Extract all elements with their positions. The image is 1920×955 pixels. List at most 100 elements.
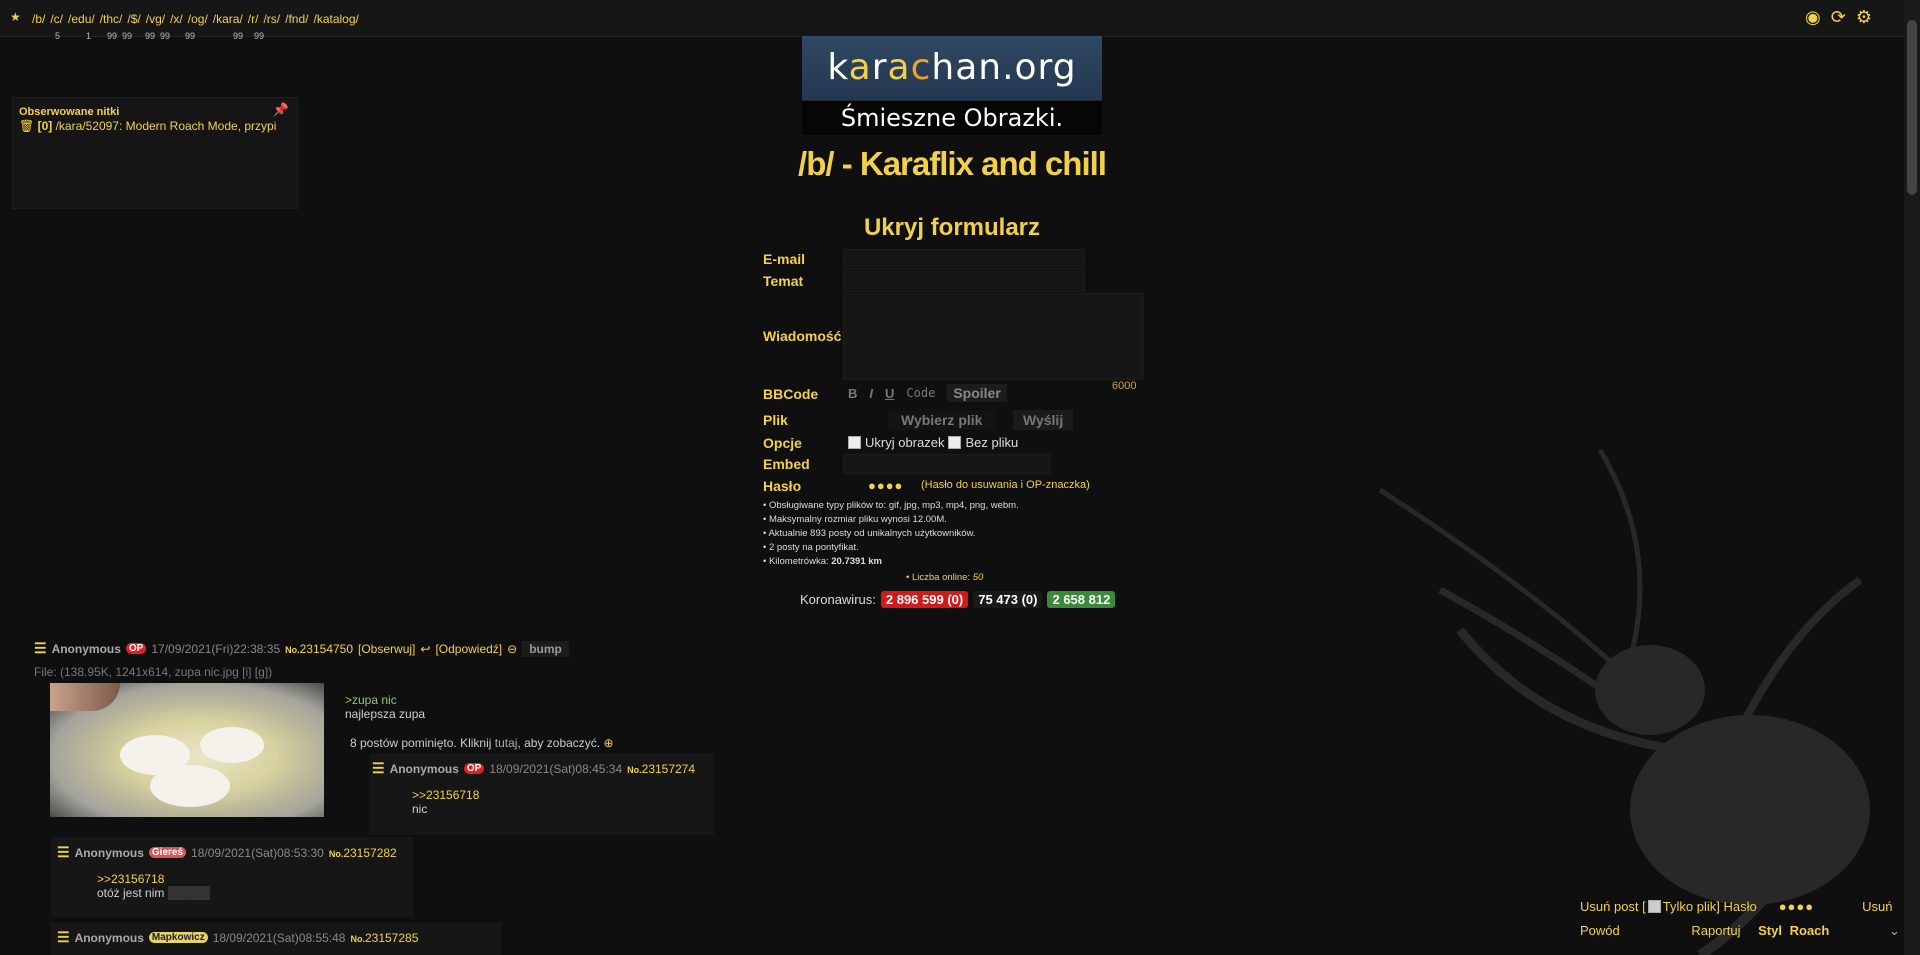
board-count: 99 (107, 31, 118, 41)
eye-icon[interactable]: ◉ (1805, 7, 1821, 28)
watched-thread-link[interactable]: /kara/52097: Modern Roach Mode, przypi (56, 119, 277, 133)
post-number[interactable]: No.23157274 (627, 762, 695, 776)
board-count: 99 (233, 31, 244, 41)
post-menu-icon[interactable]: ☰ (57, 844, 70, 861)
post-text: nic (412, 802, 428, 816)
reason-field[interactable]: Powód (1580, 923, 1620, 938)
file-only-checkbox[interactable] (1647, 900, 1661, 913)
op-badge: OP (125, 643, 147, 654)
post-menu-icon[interactable]: ☰ (57, 929, 70, 946)
expand-plus-icon[interactable]: ⊕ (604, 736, 614, 750)
logo-subtitle: Śmieszne Obrazki. (802, 101, 1102, 135)
online-count: • Liczba online: 50 (906, 572, 984, 583)
board-link[interactable]: /fnd/ (285, 12, 308, 26)
board-count: 5 (55, 31, 61, 41)
board-link[interactable]: /edu/ (68, 12, 95, 26)
board-link[interactable]: /katalog/ (314, 12, 359, 26)
op-badge: OP (463, 763, 485, 774)
board-link[interactable]: /b/ (32, 12, 45, 26)
board-link[interactable]: /$/ (127, 12, 140, 26)
pin-icon[interactable]: 📌 (273, 102, 289, 118)
board-link[interactable]: /x/ (170, 12, 183, 26)
board-link[interactable]: /r/ (248, 12, 259, 26)
watched-thread-item[interactable]: 🗑 [0] /kara/52097: Modern Roach Mode, pr… (19, 119, 276, 133)
watch-link[interactable]: [Obserwuj] (358, 642, 415, 656)
reply-header: ☰ Anonymous Mapkowicz 18/09/2021(Sat)08:… (57, 929, 418, 946)
reply-body: >>23156718 nic (412, 788, 479, 816)
italic-button[interactable]: I (869, 386, 873, 401)
board-link[interactable]: /kara/ (213, 12, 243, 26)
post-date: 18/09/2021(Sat)08:53:30 (191, 845, 324, 860)
underline-button[interactable]: U (885, 386, 894, 401)
board-link[interactable]: /og/ (188, 12, 208, 26)
km-value: 20.7391 km (831, 556, 882, 567)
password-field[interactable]: ●●●● (868, 478, 903, 493)
email-field[interactable] (843, 249, 1085, 270)
bold-button[interactable]: B (848, 386, 857, 401)
bump-button[interactable]: bump (522, 640, 569, 657)
op-image-thumbnail[interactable] (50, 683, 324, 817)
options-label: Opcje (763, 435, 802, 451)
reply-header: ☰ Anonymous Giereś 18/09/2021(Sat)08:53:… (57, 844, 397, 861)
reply-arrow-icon[interactable]: ↩ (420, 642, 430, 656)
home-icon[interactable]: ★ (10, 10, 21, 24)
file-info[interactable]: File: (138.95K, 1241x614, zupa nic.jpg [… (34, 665, 272, 679)
chevron-down-icon[interactable]: ⌄ (1889, 923, 1900, 938)
poster-name: Anonymous (51, 641, 121, 656)
reply-link[interactable]: [Odpowiedź] (435, 642, 502, 656)
send-button[interactable]: Wyślij (1013, 410, 1074, 430)
post-text: otóż jest nim (97, 886, 165, 900)
watched-title: Obserwowane nitki (19, 106, 120, 118)
no-file-checkbox[interactable] (948, 436, 962, 449)
expand-link[interactable]: tutaj (495, 736, 518, 750)
subject-field[interactable] (843, 271, 1085, 292)
post-number[interactable]: No.23157285 (350, 931, 418, 945)
post-number[interactable]: No.23157282 (329, 846, 397, 860)
poster-name: Anonymous (389, 761, 459, 776)
reply-body: >>23156718 otóż jest nim ośrodek (97, 872, 211, 900)
message-textarea[interactable] (843, 293, 1144, 380)
site-logo[interactable]: karachan.org Śmieszne Obrazki. (802, 36, 1102, 135)
board-link[interactable]: /rs/ (263, 12, 280, 26)
roach-watermark (1378, 448, 1870, 955)
character-counter: 6000 (1112, 380, 1137, 392)
file-only-label: Tylko plik] Hasło (1662, 899, 1757, 914)
quote-link[interactable]: >>23156718 (412, 788, 479, 802)
posting-rules: • Obsługiwane typy plików to: gif, jpg, … (763, 500, 1019, 567)
op-post-body: >zupa nic najlepsza zupa (345, 693, 425, 721)
gear-icon[interactable]: ⚙ (1856, 7, 1872, 28)
code-button[interactable]: Code (906, 386, 935, 400)
spoiler-text[interactable]: ośrodek (167, 886, 211, 900)
board-link[interactable]: /c/ (50, 12, 63, 26)
flair-badge: Mapkowicz (148, 932, 208, 943)
delete-password-field[interactable]: ●●●● (1779, 899, 1814, 914)
post-text: najlepsza zupa (345, 707, 426, 721)
reply-header: ☰ Anonymous OP 18/09/2021(Sat)08:45:34 N… (372, 760, 695, 777)
report-button[interactable]: Raportuj (1691, 923, 1740, 938)
quote-link[interactable]: >>23156718 (97, 872, 210, 886)
refresh-icon[interactable]: ⟳ (1831, 7, 1846, 28)
scrollbar-thumb[interactable] (1907, 20, 1917, 195)
flair-badge: Giereś (148, 847, 187, 858)
scrollbar[interactable] (1904, 0, 1920, 955)
spoiler-button[interactable]: Spoiler (947, 384, 1007, 402)
post-menu-icon[interactable]: ☰ (372, 760, 385, 777)
post-date: 18/09/2021(Sat)08:55:48 (212, 930, 346, 945)
corona-stats: Koronawirus: 2 896 599 (0) 75 473 (0) 2 … (800, 591, 1116, 608)
corona-deaths-badge: 75 473 (0) (973, 591, 1043, 608)
embed-field[interactable] (843, 454, 1050, 474)
corona-label: Koronawirus: (800, 592, 876, 607)
post-number[interactable]: No.23154750 (285, 642, 353, 656)
hide-thread-icon[interactable]: ⊖ (507, 642, 517, 656)
post-menu-icon[interactable]: ☰ (34, 640, 47, 657)
hide-form-toggle[interactable]: Ukryj formularz (760, 214, 1144, 242)
poster-name: Anonymous (74, 930, 144, 945)
omitted-posts: 8 postów pominięto. Kliknij tutaj, aby z… (350, 736, 614, 750)
style-select[interactable]: Roach (1790, 923, 1830, 938)
board-link[interactable]: /vg/ (146, 12, 165, 26)
choose-file-button[interactable]: Wybierz plik (888, 410, 996, 430)
delete-button[interactable]: Usuń (1862, 899, 1892, 914)
board-link[interactable]: /thc/ (100, 12, 123, 26)
trash-icon[interactable]: 🗑 (19, 119, 34, 133)
hide-image-checkbox[interactable] (848, 436, 861, 449)
